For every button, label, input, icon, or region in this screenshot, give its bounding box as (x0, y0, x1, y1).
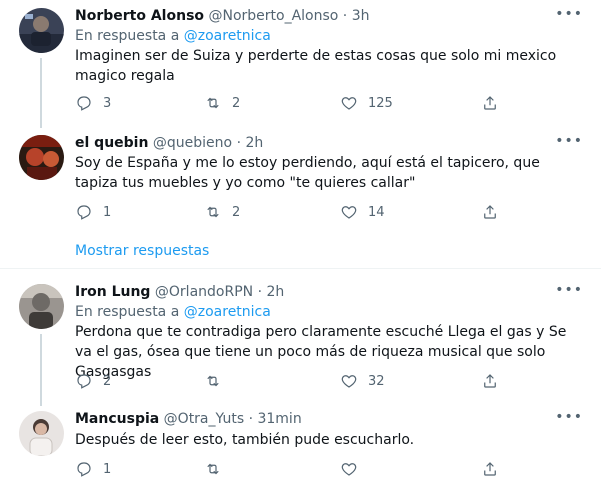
mention-link[interactable]: @zoaretnica (184, 28, 271, 44)
user-handle[interactable]: @Norberto_Alonso (208, 8, 338, 24)
reply-to-line: En respuesta a @zoaretnica (75, 302, 271, 322)
reply-button[interactable]: 1 (75, 460, 111, 478)
reply-icon (77, 96, 91, 111)
retweet-icon (207, 375, 219, 387)
more-options-icon[interactable]: ••• (555, 133, 583, 149)
timestamp[interactable]: 3h (352, 8, 370, 24)
tweet-actions: 3 2 125 (0, 94, 601, 116)
separator: · (236, 135, 242, 151)
timestamp[interactable]: 31min (257, 411, 301, 427)
tweet-text: Después de leer esto, también pude escuc… (75, 432, 415, 448)
thread-divider (0, 268, 601, 269)
reply-count: 3 (103, 95, 112, 111)
share-icon (484, 462, 496, 476)
tweet-header: Mancuspia @Otra_Yuts · 31min (75, 409, 302, 429)
separator: · (342, 8, 348, 24)
reply-count: 1 (103, 461, 112, 477)
reply-button[interactable]: 1 (75, 203, 111, 221)
share-button[interactable] (481, 372, 499, 390)
user-handle[interactable]: @Otra_Yuts (164, 411, 244, 427)
tweet-header: el quebin @quebieno · 2h (75, 133, 263, 153)
retweet-button[interactable] (204, 372, 232, 390)
more-options-icon[interactable]: ••• (555, 409, 583, 425)
retweet-button[interactable]: 2 (204, 203, 240, 221)
reply-to-line: En respuesta a @zoaretnica (75, 26, 271, 46)
retweet-count: 2 (232, 95, 241, 111)
display-name[interactable]: el quebin (75, 135, 148, 151)
tweet-mancuspia[interactable]: Mancuspia @Otra_Yuts · 31min ••• Después… (0, 409, 601, 504)
avatar[interactable] (19, 284, 64, 329)
mention-link[interactable]: @zoaretnica (184, 304, 271, 320)
more-options-icon[interactable]: ••• (555, 6, 583, 22)
user-handle[interactable]: @OrlandoRPN (155, 284, 253, 300)
tweet-text: Soy de España y me lo estoy perdiendo, a… (75, 155, 540, 191)
retweet-icon (207, 206, 219, 218)
tweet-text: Imaginen ser de Suiza y perderte de esta… (75, 48, 557, 84)
like-count: 125 (368, 95, 393, 111)
like-icon (341, 97, 357, 110)
share-icon (484, 96, 496, 110)
thread-line (40, 58, 42, 128)
retweet-count: 2 (232, 204, 241, 220)
like-icon (341, 375, 357, 388)
tweet-iron-lung[interactable]: Iron Lung @OrlandoRPN · 2h ••• En respue… (0, 282, 601, 406)
display-name[interactable]: Iron Lung (75, 284, 150, 300)
separator: · (248, 411, 254, 427)
reply-prefix: En respuesta a (75, 304, 180, 320)
tweet-actions: 1 2 14 (0, 203, 601, 225)
show-replies-link[interactable]: Mostrar respuestas (75, 241, 209, 261)
share-icon (484, 205, 496, 219)
like-button[interactable] (340, 460, 368, 478)
retweet-icon (207, 97, 219, 109)
avatar[interactable] (19, 8, 64, 53)
retweet-button[interactable] (204, 460, 232, 478)
retweet-icon (207, 463, 219, 475)
reply-count: 2 (103, 373, 112, 389)
like-button[interactable]: 32 (340, 372, 385, 390)
share-button[interactable] (481, 460, 499, 478)
avatar[interactable] (19, 135, 64, 180)
like-icon (341, 206, 357, 219)
tweet-header: Norberto Alonso @Norberto_Alonso · 3h (75, 6, 369, 26)
tweet-actions: 1 (0, 460, 601, 482)
reply-count: 1 (103, 204, 112, 220)
thread-line (40, 334, 42, 406)
like-count: 14 (368, 204, 385, 220)
reply-button[interactable]: 3 (75, 94, 111, 112)
tweet-header: Iron Lung @OrlandoRPN · 2h (75, 282, 284, 302)
timestamp[interactable]: 2h (266, 284, 284, 300)
tweet-norberto-alonso[interactable]: Norberto Alonso @Norberto_Alonso · 3h ••… (0, 6, 601, 128)
display-name[interactable]: Norberto Alonso (75, 8, 204, 24)
user-handle[interactable]: @quebieno (153, 135, 232, 151)
reply-button[interactable]: 2 (75, 372, 111, 390)
like-button[interactable]: 14 (340, 203, 385, 221)
more-options-icon[interactable]: ••• (555, 282, 583, 298)
avatar[interactable] (19, 411, 64, 456)
display-name[interactable]: Mancuspia (75, 411, 159, 427)
separator: · (257, 284, 263, 300)
share-button[interactable] (481, 203, 499, 221)
like-button[interactable]: 125 (340, 94, 393, 112)
like-count: 32 (368, 373, 385, 389)
retweet-button[interactable]: 2 (204, 94, 240, 112)
reply-icon (77, 462, 91, 477)
tweet-actions: 2 32 (0, 372, 601, 394)
reply-icon (77, 205, 91, 220)
reply-prefix: En respuesta a (75, 28, 180, 44)
share-button[interactable] (481, 94, 499, 112)
tweet-el-quebin[interactable]: el quebin @quebieno · 2h ••• Soy de Espa… (0, 133, 601, 233)
share-icon (484, 374, 496, 388)
timestamp[interactable]: 2h (245, 135, 263, 151)
like-icon (341, 463, 357, 476)
reply-icon (77, 374, 91, 389)
